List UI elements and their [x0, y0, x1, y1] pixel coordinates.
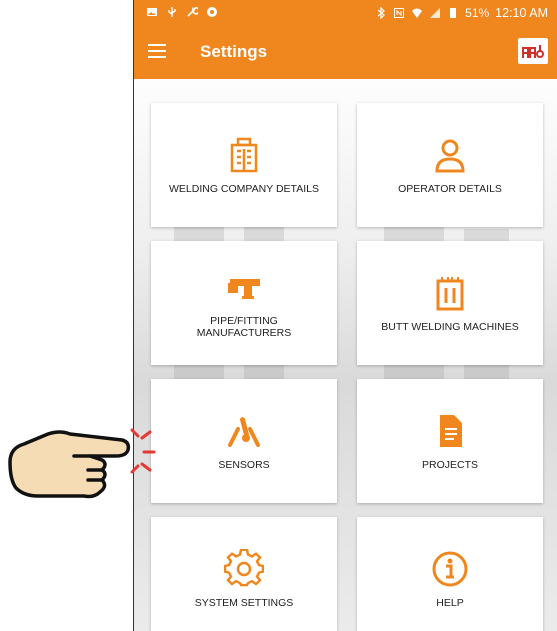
wrench-icon	[187, 7, 198, 17]
tile-label: OPERATOR DETAILS	[398, 183, 502, 195]
nfc-icon	[394, 8, 405, 18]
document-icon	[440, 415, 462, 447]
bluetooth-icon	[377, 7, 386, 19]
tile-label: PIPE/FITTING MANUFACTURERS	[196, 315, 292, 339]
thermometer-sensor-icon	[228, 417, 260, 447]
phone-screen: 51% 12:10 AM Settings WELDING COMPANY DE…	[133, 0, 557, 631]
image-notification-icon	[147, 8, 157, 16]
gear-icon	[224, 549, 264, 587]
tile-label: PROJECTS	[421, 459, 478, 471]
info-icon	[432, 551, 468, 587]
tile-sensors[interactable]: SENSORS	[151, 379, 337, 503]
wifi-icon	[412, 8, 423, 18]
tile-pipe-fitting-manufacturers[interactable]: PIPE/FITTING MANUFACTURERS	[151, 241, 337, 365]
battery-icon	[450, 8, 457, 18]
tile-system-settings[interactable]: SYSTEM SETTINGS	[151, 517, 337, 631]
tile-label: SENSORS	[218, 459, 270, 471]
tile-label: SYSTEM SETTINGS	[194, 597, 294, 609]
tile-help[interactable]: HELP	[357, 517, 543, 631]
clock: 12:10 AM	[495, 6, 548, 20]
hamburger-menu-icon[interactable]	[148, 44, 166, 58]
tile-operator-details[interactable]: OPERATOR DETAILS	[357, 103, 543, 227]
building-icon	[230, 137, 258, 173]
page-title: Settings	[200, 42, 268, 61]
tile-label: HELP	[436, 597, 464, 609]
pointing-hand-icon	[8, 428, 156, 499]
tile-butt-welding-machines[interactable]: BUTT WELDING MACHINES	[357, 241, 543, 365]
welding-machine-icon	[436, 277, 464, 311]
usb-icon	[168, 7, 176, 17]
app-logo-icon	[518, 38, 548, 64]
status-bar: 51% 12:10 AM	[134, 0, 557, 26]
app-bar: Settings	[134, 26, 557, 79]
tile-label: WELDING COMPANY DETAILS	[169, 183, 319, 195]
location-icon	[207, 7, 217, 17]
signal-icon	[430, 8, 441, 18]
battery-percentage: 51%	[465, 6, 490, 20]
tile-projects[interactable]: PROJECTS	[357, 379, 543, 503]
user-icon	[435, 139, 465, 173]
tile-welding-company-details[interactable]: WELDING COMPANY DETAILS	[151, 103, 337, 227]
pipe-fitting-icon	[228, 279, 260, 299]
tile-label: BUTT WELDING MACHINES	[381, 321, 519, 333]
